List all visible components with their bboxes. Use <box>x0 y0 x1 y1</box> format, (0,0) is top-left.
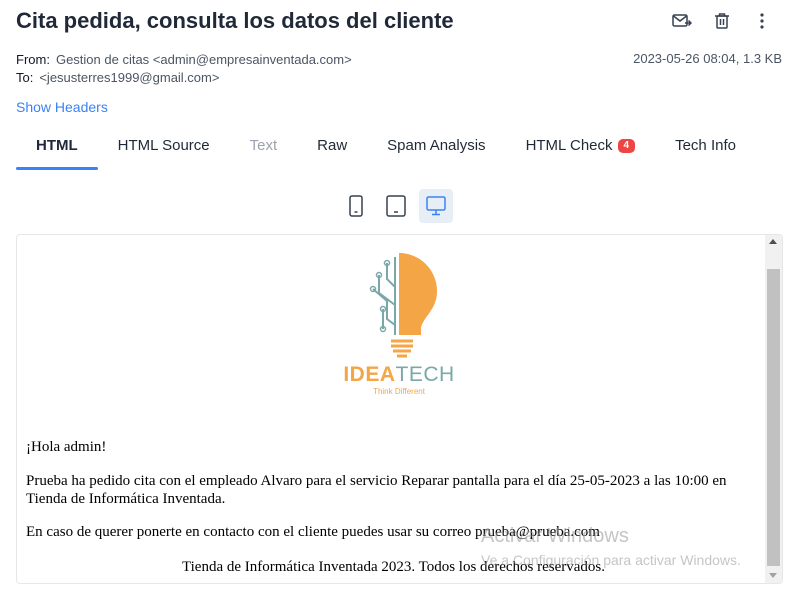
tab-text: Text <box>249 137 278 154</box>
show-headers-link[interactable]: Show Headers <box>16 99 108 115</box>
trash-icon[interactable] <box>711 10 733 32</box>
more-vertical-icon[interactable] <box>751 10 773 32</box>
mobile-icon[interactable] <box>339 189 373 223</box>
preview-scrollbar[interactable] <box>765 235 782 583</box>
view-tabs: HTML HTML Source Text Raw Spam Analysis … <box>16 130 756 170</box>
html-check-badge: 4 <box>617 139 636 153</box>
scroll-down-icon[interactable] <box>769 573 777 578</box>
from-value: Gestion de citas <admin@empresainventada… <box>55 52 352 67</box>
message-meta: From: Gestion de citas <admin@empresainve… <box>16 51 352 87</box>
email-greeting: ¡Hola admin! <box>26 439 107 455</box>
from-label: From: <box>16 52 50 67</box>
email-contact: En caso de querer ponerte en contacto co… <box>26 524 600 540</box>
tab-spam-analysis[interactable]: Spam Analysis <box>367 130 505 170</box>
desktop-icon[interactable] <box>419 189 453 223</box>
from-row: From: Gestion de citas <admin@empresainve… <box>16 51 352 69</box>
tab-html-check[interactable]: HTML Check 4 <box>506 130 656 170</box>
scroll-thumb[interactable] <box>767 269 780 566</box>
to-row: To: <jesusterres1999@gmail.com> <box>16 69 352 87</box>
date-size: 2023-05-26 08:04, 1.3 KB <box>633 51 782 66</box>
device-switcher <box>339 189 453 223</box>
tab-html-source[interactable]: HTML Source <box>98 130 230 170</box>
ideatech-logo: IDEATECH Think Different <box>329 249 469 399</box>
forward-mail-icon[interactable] <box>671 10 693 32</box>
email-preview-frame: IDEATECH Think Different ¡Hola admin! Pr… <box>16 234 783 584</box>
tab-raw[interactable]: Raw <box>297 130 367 170</box>
windows-activation-title: Activar Windows <box>481 525 629 547</box>
message-actions <box>671 10 773 32</box>
to-label: To: <box>16 70 34 85</box>
email-subject: Cita pedida, consulta los datos del clie… <box>16 8 454 33</box>
tab-tech-info[interactable]: Tech Info <box>655 130 756 170</box>
lightbulb-icon <box>369 253 437 358</box>
logo-tagline: Think Different <box>373 387 425 396</box>
email-paragraph: Prueba ha pedido cita con el empleado Al… <box>26 473 727 507</box>
logo-wordmark: IDEATECH <box>343 363 455 386</box>
tab-html[interactable]: HTML <box>16 130 98 170</box>
scroll-up-icon[interactable] <box>769 239 777 244</box>
windows-activation-subtitle: Ve a Configuración para activar Windows. <box>481 552 741 568</box>
tablet-icon[interactable] <box>379 189 413 223</box>
to-value: <jesusterres1999@gmail.com> <box>39 70 220 85</box>
